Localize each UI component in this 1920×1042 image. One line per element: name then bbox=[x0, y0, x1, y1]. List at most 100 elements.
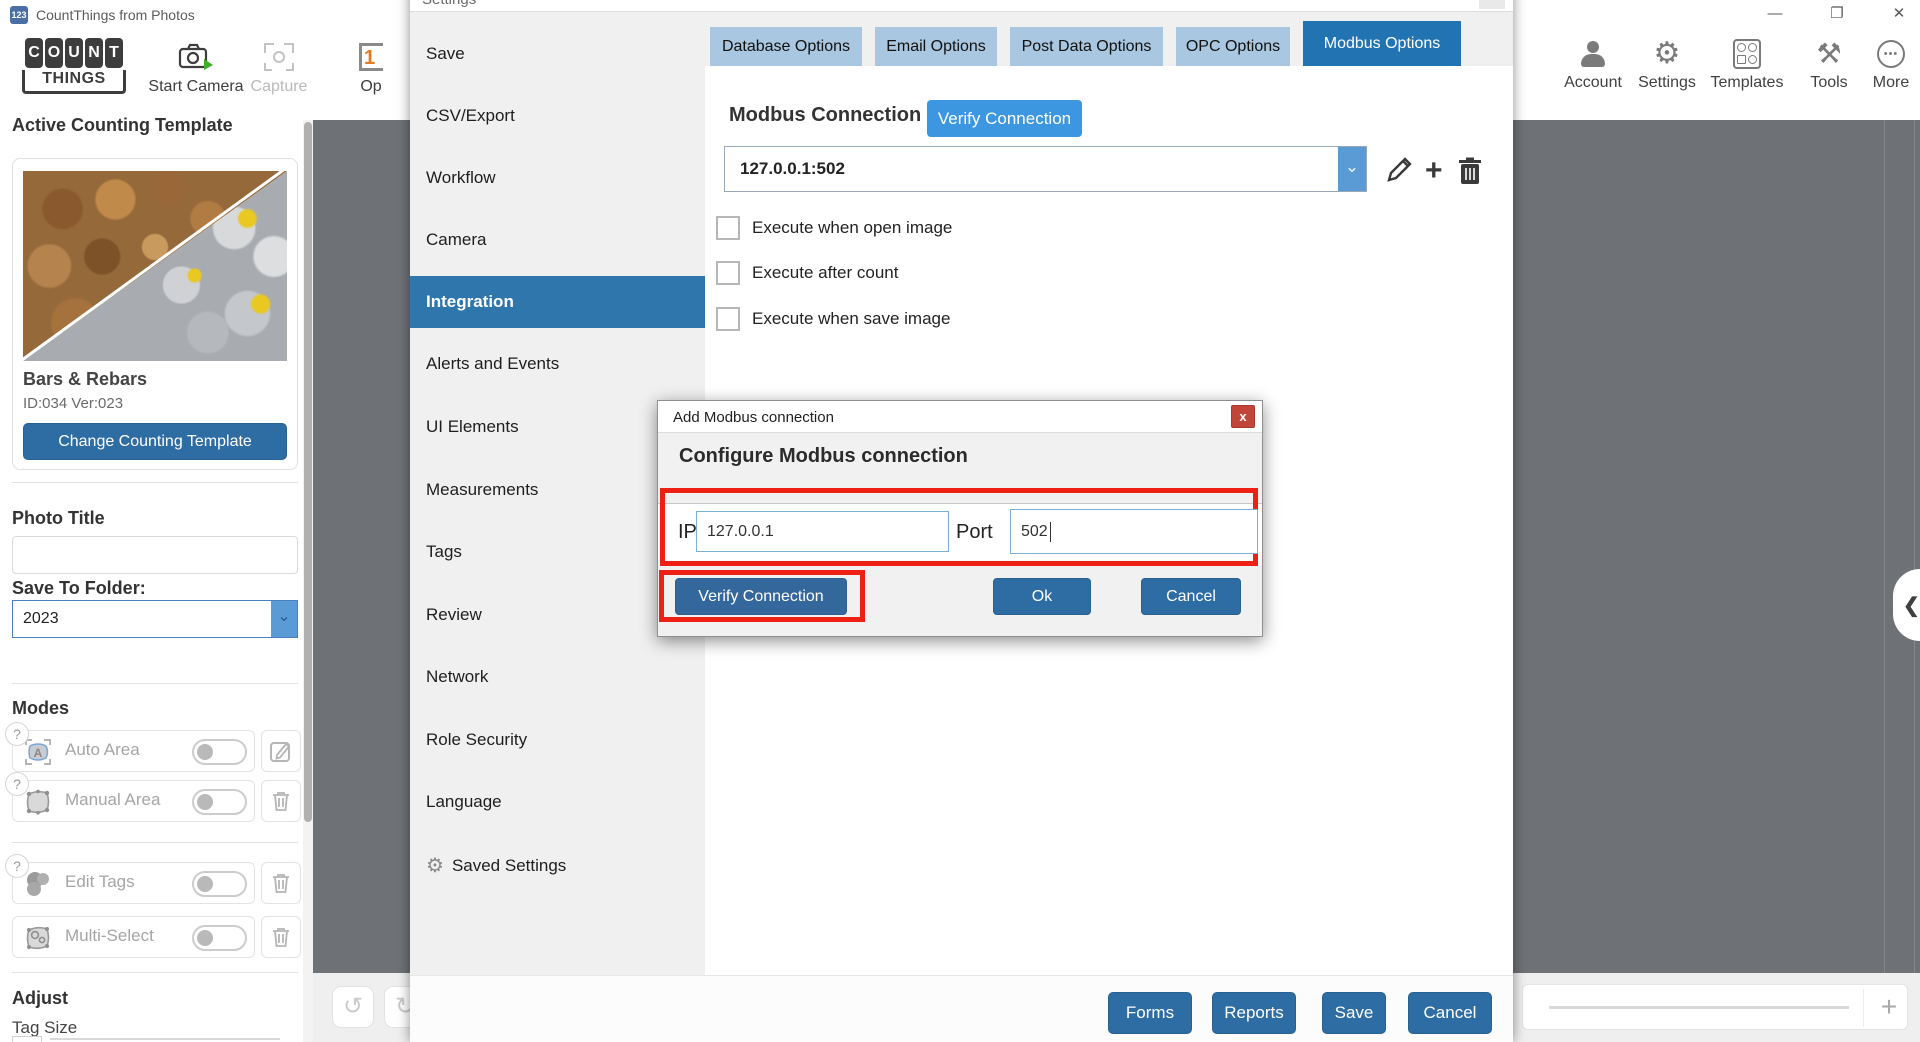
forms-button[interactable]: Forms bbox=[1108, 992, 1192, 1034]
save-button[interactable]: Save bbox=[1322, 992, 1386, 1034]
settings-button[interactable]: ⚙ Settings bbox=[1624, 36, 1710, 92]
close-icon[interactable]: ✕ bbox=[1884, 2, 1914, 26]
templates-icon bbox=[1733, 39, 1761, 69]
gear-icon: ⚙ bbox=[426, 855, 444, 877]
photo-title-input[interactable] bbox=[12, 536, 298, 574]
mode-row-manual-area: Manual Area bbox=[12, 780, 255, 822]
tag-size-slider[interactable] bbox=[12, 1036, 292, 1042]
save-folder-dropdown[interactable]: 2023 ⌄ bbox=[12, 600, 298, 638]
mode-label: Edit Tags bbox=[65, 872, 135, 892]
nav-item-csv-export[interactable]: CSV/Export bbox=[410, 90, 705, 142]
gear-icon: ⚙ bbox=[1654, 39, 1681, 69]
app-title: CountThings from Photos bbox=[36, 7, 195, 23]
mode-label: Auto Area bbox=[65, 740, 140, 760]
manual-area-toggle[interactable] bbox=[192, 789, 247, 815]
edit-auto-area-button[interactable] bbox=[261, 730, 301, 772]
capture-button[interactable]: Capture bbox=[224, 40, 334, 96]
svg-text:A: A bbox=[34, 746, 43, 760]
left-sidebar: Active Counting Template Bars & Rebars I… bbox=[0, 120, 303, 1042]
tab-modbus-options[interactable]: Modbus Options bbox=[1303, 21, 1461, 66]
sidebar-scrollbar[interactable] bbox=[303, 120, 313, 1042]
nav-item-network[interactable]: Network bbox=[410, 651, 705, 703]
modbus-connection-dropdown[interactable]: 127.0.0.1:502 ⌄ bbox=[724, 146, 1367, 192]
modal-ok-button[interactable]: Ok bbox=[993, 578, 1091, 615]
mode-label: Multi-Select bbox=[65, 926, 154, 946]
nav-item-alerts-events[interactable]: Alerts and Events bbox=[410, 338, 705, 390]
tab-email-options[interactable]: Email Options bbox=[875, 27, 997, 66]
tab-database-options[interactable]: Database Options bbox=[710, 27, 862, 66]
scrollbar-thumb[interactable] bbox=[304, 122, 312, 822]
auto-area-icon: A bbox=[23, 737, 53, 767]
delete-edit-tags-button[interactable] bbox=[261, 862, 301, 904]
add-connection-button[interactable]: + bbox=[1425, 158, 1443, 184]
settings-close-icon[interactable]: ✕ bbox=[1479, 0, 1505, 9]
modal-verify-connection-button[interactable]: Verify Connection bbox=[675, 578, 847, 615]
save-folder-value: 2023 bbox=[13, 610, 271, 628]
mode-row-edit-tags: Edit Tags bbox=[12, 862, 255, 904]
edit-connection-button[interactable] bbox=[1383, 154, 1415, 191]
reports-button[interactable]: Reports bbox=[1212, 992, 1296, 1034]
nav-item-language[interactable]: Language bbox=[410, 776, 705, 828]
nav-item-workflow[interactable]: Workflow bbox=[410, 152, 705, 204]
tag-size-label: Tag Size bbox=[12, 1018, 77, 1038]
modal-titlebar: Add Modbus connection x bbox=[658, 401, 1262, 433]
checkbox-label: Execute when save image bbox=[752, 309, 950, 329]
minimize-icon[interactable]: — bbox=[1760, 2, 1790, 26]
delete-multi-select-button[interactable] bbox=[261, 916, 301, 958]
help-badge[interactable]: ? bbox=[5, 772, 29, 796]
tab-post-data-options[interactable]: Post Data Options bbox=[1010, 27, 1163, 66]
modes-heading: Modes bbox=[12, 698, 69, 719]
multi-select-icon bbox=[23, 923, 53, 953]
port-input[interactable]: 502 bbox=[1010, 509, 1258, 554]
zoom-in-button[interactable]: + bbox=[1871, 985, 1907, 1029]
manual-area-icon bbox=[23, 787, 53, 817]
rotate-ccw-button[interactable]: ↺ bbox=[332, 986, 374, 1028]
divider bbox=[12, 972, 298, 973]
nav-item-saved-settings[interactable]: ⚙Saved Settings bbox=[410, 840, 705, 892]
execute-after-count-checkbox[interactable] bbox=[716, 261, 740, 285]
nav-item-save[interactable]: Save bbox=[410, 28, 705, 80]
open-button[interactable]: 1 Op bbox=[336, 40, 406, 96]
checkbox-label: Execute when open image bbox=[752, 218, 952, 238]
connection-value: 127.0.0.1:502 bbox=[725, 159, 1338, 179]
nav-item-camera[interactable]: Camera bbox=[410, 214, 705, 266]
panel-divider bbox=[1914, 120, 1915, 973]
help-badge[interactable]: ? bbox=[5, 854, 29, 878]
change-template-button[interactable]: Change Counting Template bbox=[23, 423, 287, 460]
delete-connection-button[interactable] bbox=[1457, 156, 1483, 191]
modal-close-icon[interactable]: x bbox=[1231, 405, 1255, 428]
edit-tags-toggle[interactable] bbox=[192, 871, 247, 897]
settings-dialog-footer: Forms Reports Save Cancel bbox=[410, 975, 1513, 1042]
template-meta: ID:034 Ver:023 bbox=[23, 395, 123, 412]
tab-opc-options[interactable]: OPC Options bbox=[1176, 27, 1290, 66]
help-badge[interactable]: ? bbox=[5, 722, 29, 746]
logo-letter: T bbox=[105, 38, 123, 68]
chevron-down-icon: ⌄ bbox=[1338, 147, 1366, 191]
zoom-slider[interactable] bbox=[1549, 1006, 1849, 1009]
maximize-icon[interactable]: ❐ bbox=[1822, 2, 1852, 26]
settings-label: Settings bbox=[1624, 74, 1710, 92]
port-value: 502 bbox=[1021, 523, 1048, 541]
add-modbus-connection-modal: Add Modbus connection x Configure Modbus… bbox=[657, 400, 1263, 637]
modal-cancel-button[interactable]: Cancel bbox=[1141, 578, 1241, 615]
auto-area-toggle[interactable] bbox=[192, 739, 247, 765]
account-icon bbox=[1580, 41, 1606, 67]
multi-select-toggle[interactable] bbox=[192, 925, 247, 951]
logo-letter: U bbox=[65, 38, 83, 68]
adjust-heading: Adjust bbox=[12, 988, 68, 1009]
execute-save-image-checkbox[interactable] bbox=[716, 307, 740, 331]
execute-open-image-checkbox[interactable] bbox=[716, 216, 740, 240]
save-folder-label: Save To Folder: bbox=[12, 578, 146, 599]
cancel-button[interactable]: Cancel bbox=[1408, 992, 1492, 1034]
ip-input[interactable]: 127.0.0.1 bbox=[696, 511, 949, 552]
checkbox-label: Execute after count bbox=[752, 263, 898, 283]
nav-item-integration[interactable]: Integration bbox=[410, 276, 705, 328]
more-button[interactable]: ••• More bbox=[1848, 36, 1920, 92]
template-card: Bars & Rebars ID:034 Ver:023 Change Coun… bbox=[12, 158, 298, 470]
templates-button[interactable]: Templates bbox=[1704, 36, 1790, 92]
nav-item-role-security[interactable]: Role Security bbox=[410, 714, 705, 766]
templates-label: Templates bbox=[1704, 74, 1790, 92]
capture-icon bbox=[224, 40, 334, 74]
delete-manual-area-button[interactable] bbox=[261, 780, 301, 822]
verify-connection-button[interactable]: Verify Connection bbox=[927, 100, 1082, 137]
